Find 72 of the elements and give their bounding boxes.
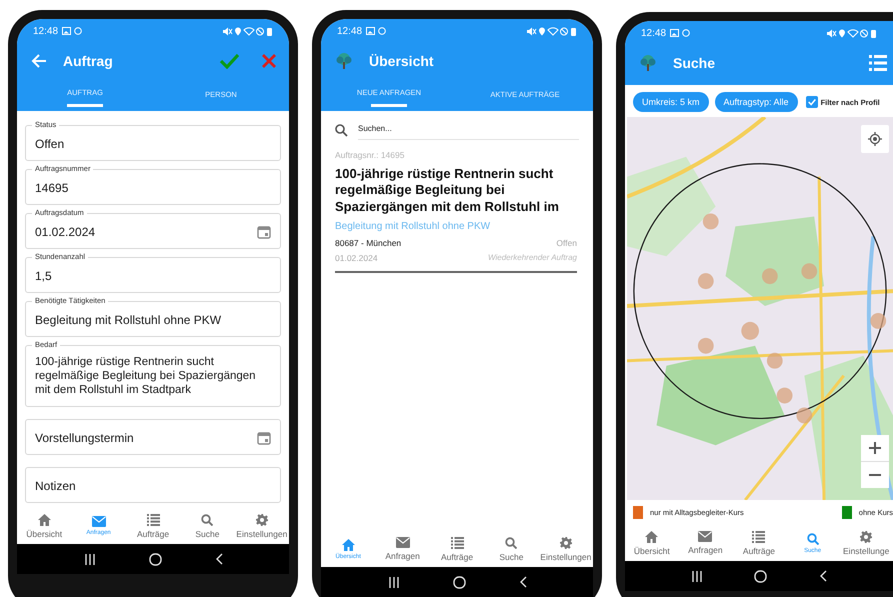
nav-item[interactable]: Suche	[180, 508, 235, 544]
back-icon[interactable]	[518, 576, 526, 588]
settings-icon	[860, 530, 872, 542]
request-card[interactable]	[335, 150, 577, 273]
search-icon	[806, 532, 819, 544]
status-time: 12:48	[641, 28, 666, 38]
home-icon	[645, 530, 658, 542]
status-icons-drawing	[827, 28, 877, 38]
search-field[interactable]: Suchen...	[335, 121, 579, 146]
screen-title: Auftrag	[63, 53, 113, 69]
filter-chip[interactable]: Umkreis: 5 km	[633, 92, 709, 112]
status-icons-drawing	[223, 26, 273, 36]
tree-icon	[639, 55, 657, 71]
nav-item[interactable]: Aufträge	[732, 525, 786, 561]
envelope-icon	[92, 516, 106, 527]
nav-item[interactable]: Aufträge	[126, 508, 180, 544]
location-text: 80687 - München	[335, 238, 402, 248]
list-icon	[450, 536, 464, 548]
status-time: 12:48	[337, 26, 362, 36]
recent-apps-icon[interactable]	[388, 576, 400, 588]
zoom-in-button[interactable]	[861, 435, 889, 461]
menu-icon[interactable]	[869, 54, 887, 72]
nav-item[interactable]: Aufträge	[430, 531, 484, 567]
settings-icon	[560, 536, 572, 548]
nav-item[interactable]: Einstellunge	[839, 525, 893, 561]
activity-text: Begleitung mit Rollstuhl ohne PKW	[335, 220, 492, 232]
calendar-icon[interactable]	[257, 225, 271, 239]
search-icon	[505, 536, 518, 548]
status-icons-drawing	[527, 26, 577, 36]
nav-item[interactable]: Suche	[484, 531, 539, 567]
date-text: 01.02.2024	[335, 252, 378, 263]
notification-icons-drawing	[366, 27, 388, 35]
zoom-out-button[interactable]	[861, 462, 889, 488]
home-icon	[38, 514, 51, 526]
status-text: Offen	[556, 238, 577, 248]
envelope-icon	[698, 531, 712, 542]
nav-item[interactable]: Anfragen	[375, 531, 430, 567]
list-icon	[752, 530, 766, 542]
envelope-icon	[396, 537, 410, 548]
recurrence-text: Wiederkehrender Auftrag	[488, 252, 577, 263]
nav-item[interactable]: Übersicht	[625, 525, 679, 561]
nav-item[interactable]: Übersicht	[17, 508, 72, 544]
list-icon	[146, 514, 160, 526]
notification-icons-drawing	[670, 29, 692, 37]
search-icon	[201, 514, 214, 526]
input-field[interactable]: Notizen	[25, 467, 281, 503]
recent-apps-icon[interactable]	[84, 554, 96, 564]
screen-title: Suche	[673, 55, 716, 71]
checkbox[interactable]	[806, 96, 818, 108]
nav-item[interactable]: Anfragen	[678, 525, 732, 561]
input-field[interactable]: Vorstellungstermin	[25, 419, 281, 455]
home-icon	[342, 538, 355, 550]
nav-item[interactable]: Einstellungen	[538, 531, 593, 567]
plus-icon	[869, 442, 881, 454]
crosshair-icon	[868, 132, 882, 146]
my-location-button[interactable]	[861, 125, 889, 153]
back-arrow-icon[interactable]	[31, 53, 47, 69]
notification-icons-drawing	[62, 27, 84, 35]
back-icon[interactable]	[214, 553, 222, 565]
screen-title: Übersicht	[369, 53, 434, 69]
request-title: 100-jährige rüstige Rentnerin sucht regelmäßige Begleitung bei Spaziergängen mit dem Rollstuhl im	[335, 166, 560, 215]
search-icon	[335, 124, 348, 137]
settings-icon	[256, 514, 268, 526]
back-icon[interactable]	[819, 570, 828, 582]
checkmark-icon[interactable]	[219, 53, 239, 69]
order-number: Auftragsnr.: 14695	[335, 150, 406, 160]
calendar-icon[interactable]	[257, 431, 271, 445]
recent-apps-icon[interactable]	[690, 570, 703, 582]
filter-chip[interactable]: Auftragstyp: Alle	[714, 92, 798, 112]
status-time: 12:48	[33, 26, 58, 36]
tree-icon	[335, 53, 353, 69]
nav-item[interactable]: Einstellungen	[234, 508, 289, 544]
